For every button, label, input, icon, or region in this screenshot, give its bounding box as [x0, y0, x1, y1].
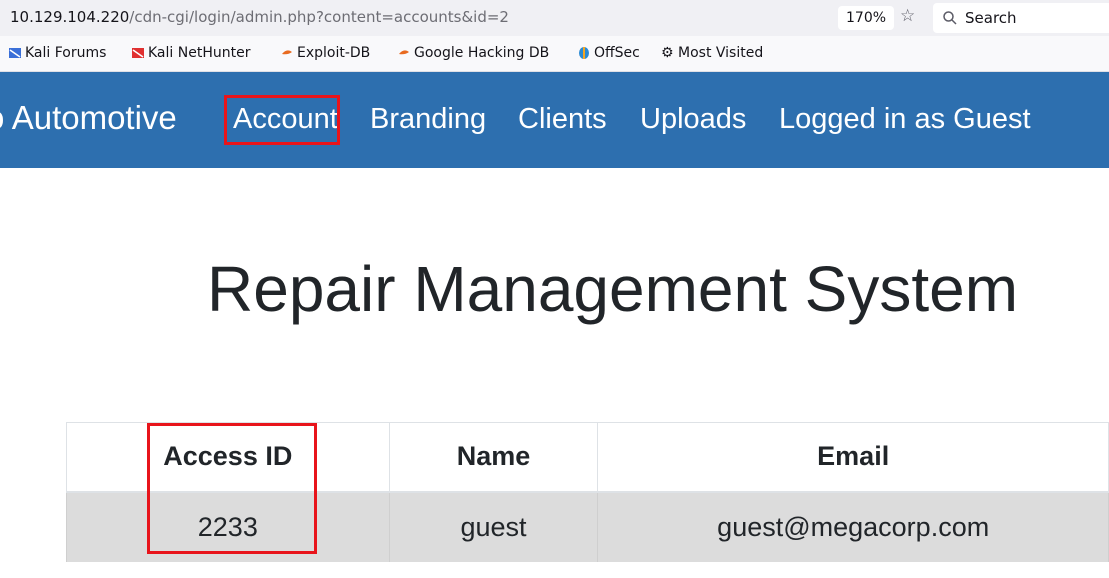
url-host: 10.129.104.220 — [10, 8, 130, 26]
bookmark-exploit-db[interactable]: Exploit-DB — [280, 45, 370, 61]
gear-icon: ⚙ — [661, 45, 674, 61]
app-navbar: o Automotive Account Branding Clients Up… — [0, 72, 1109, 168]
navbar-brand[interactable]: o Automotive — [0, 101, 177, 135]
search-input[interactable]: Search — [933, 3, 1109, 33]
nav-logged-in-user[interactable]: Logged in as Guest — [779, 102, 1031, 136]
nav-clients[interactable]: Clients — [518, 102, 607, 136]
bookmark-star-icon[interactable]: ☆ — [900, 6, 915, 26]
bookmark-kali-forums[interactable]: Kali Forums — [8, 45, 106, 61]
url-path: /cdn-cgi/login/admin.php?content=account… — [129, 8, 509, 26]
nav-branding[interactable]: Branding — [370, 102, 486, 136]
bookmarks-bar: Kali Forums Kali NetHunter Exploit-DB Go… — [0, 36, 1109, 72]
bookmark-offsec[interactable]: OffSec — [577, 45, 640, 61]
url-field[interactable]: 10.129.104.220/cdn-cgi/login/admin.php?c… — [10, 8, 509, 26]
cell-email: guest@megacorp.com — [597, 491, 1109, 562]
kali-dragon-icon — [9, 48, 21, 58]
page-title: Repair Management System — [207, 253, 1019, 325]
bookmark-most-visited[interactable]: ⚙ Most Visited — [661, 45, 763, 61]
nav-uploads[interactable]: Uploads — [640, 102, 746, 136]
zoom-level-badge[interactable]: 170% — [838, 6, 895, 30]
annotation-highlight-access-id — [147, 423, 317, 554]
annotation-highlight-account — [224, 95, 340, 145]
bookmark-google-hacking-db[interactable]: Google Hacking DB — [397, 45, 549, 61]
ghdb-icon — [399, 50, 409, 55]
cell-name: guest — [388, 491, 599, 562]
browser-toolbar: 10.129.104.220/cdn-cgi/login/admin.php?c… — [0, 0, 1109, 36]
kali-nethunter-icon — [132, 48, 144, 58]
search-icon — [943, 11, 957, 25]
exploit-db-icon — [282, 50, 292, 55]
search-placeholder: Search — [965, 9, 1017, 27]
header-email: Email — [597, 422, 1109, 493]
offsec-icon — [579, 47, 589, 59]
header-name: Name — [388, 422, 599, 493]
bookmark-kali-nethunter[interactable]: Kali NetHunter — [131, 45, 250, 61]
